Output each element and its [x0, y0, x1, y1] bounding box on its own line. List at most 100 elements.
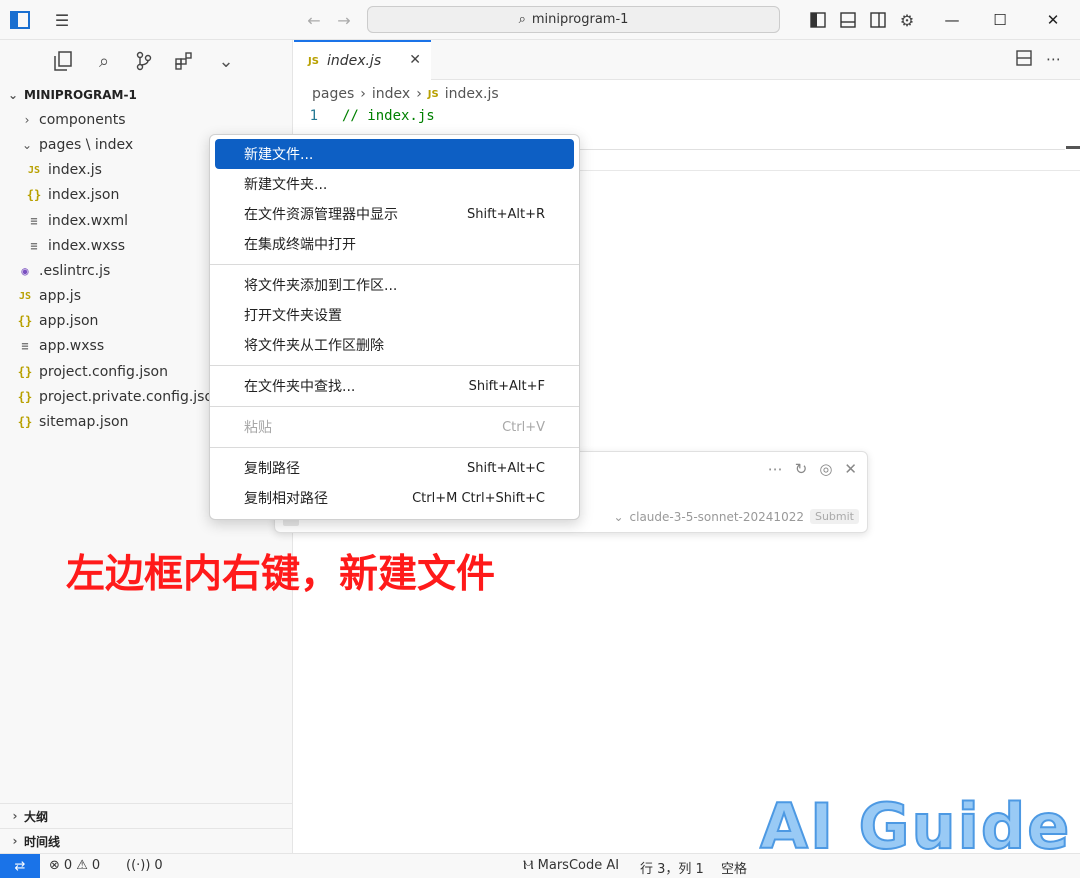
menu-item-copy-relative-path[interactable]: 复制相对路径 Ctrl+M Ctrl+Shift+C [215, 483, 574, 513]
broadcast-icon: ((·)) [126, 858, 151, 873]
close-icon[interactable]: ✕ [844, 460, 857, 478]
menu-hamburger-icon[interactable]: ☰ [50, 8, 74, 32]
json-file-icon: {} [17, 364, 33, 379]
outline-label: 大纲 [24, 809, 49, 824]
breadcrumb-item[interactable]: index.js [445, 86, 499, 102]
menu-item-copy-path[interactable]: 复制路径 Shift+Alt+C [215, 453, 574, 483]
extensions-icon[interactable] [171, 48, 197, 74]
marscode-label: MarsCode AI [537, 858, 620, 873]
maximize-button[interactable]: ☐ [975, 0, 1025, 40]
tree-item-components[interactable]: › components [0, 107, 293, 132]
eslint-file-icon: ◉ [21, 263, 29, 278]
menu-item-add-folder-to-workspace[interactable]: 将文件夹添加到工作区... [215, 270, 574, 300]
toggle-panel-icon[interactable] [836, 8, 860, 32]
model-name: claude-3-5-sonnet-20241022 [629, 509, 804, 524]
menu-item-reveal-in-explorer[interactable]: 在文件资源管理器中显示 Shift+Alt+R [215, 199, 574, 229]
minimize-button[interactable]: — [927, 0, 977, 40]
tree-item-label: app.js [39, 288, 81, 305]
code-editor[interactable]: 1 // index.js [294, 105, 1080, 127]
ai-panel-toolbar: ⋯ ↻ ◎ ✕ [768, 460, 857, 478]
forward-arrow-icon[interactable]: → [332, 8, 356, 32]
menu-item-shortcut: Ctrl+V [502, 419, 545, 435]
menu-item-shortcut: Ctrl+M Ctrl+Shift+C [412, 490, 545, 506]
close-window-button[interactable]: ✕ [1028, 0, 1078, 40]
menu-item-label: 打开文件夹设置 [244, 308, 342, 324]
menu-separator [210, 365, 579, 366]
cursor-position[interactable]: 行 3，列 1 [640, 858, 704, 877]
close-icon[interactable]: ✕ [409, 52, 421, 68]
menu-item-label: 新建文件... [244, 147, 314, 163]
js-file-icon: JS [27, 164, 41, 176]
timeline-section[interactable]: › 时间线 [0, 828, 293, 853]
title-bar: ☰ ← → ⌕ miniprogram-1 ⚙ — ☐ ✕ [0, 0, 1080, 40]
menu-item-find-in-folder[interactable]: 在文件夹中查找... Shift+Alt+F [215, 371, 574, 401]
marscode-status[interactable]: Ⲙ MarsCode AI [523, 858, 619, 873]
chevron-down-icon[interactable]: ⌄ [213, 48, 239, 74]
breadcrumb-item[interactable]: index [372, 86, 410, 102]
submit-button[interactable]: Submit [809, 509, 859, 524]
json-file-icon: {} [26, 188, 42, 203]
more-actions-icon[interactable]: ⋯ [1046, 50, 1061, 68]
inline-chat-divider [580, 170, 1080, 171]
history-icon[interactable]: ◎ [819, 460, 832, 478]
command-center-search[interactable]: ⌕ miniprogram-1 [367, 6, 780, 33]
menu-item-label: 新建文件夹... [244, 177, 328, 193]
breadcrumb: pages › index › JS index.js [312, 84, 499, 104]
outline-section[interactable]: › 大纲 [0, 803, 293, 828]
error-icon: ⊗ [49, 858, 60, 873]
timeline-label: 时间线 [24, 834, 61, 849]
menu-item-label: 粘贴 [244, 420, 272, 436]
text-file-icon: ≡ [30, 213, 38, 228]
menu-item-open-folder-settings[interactable]: 打开文件夹设置 [215, 300, 574, 330]
workspace-root[interactable]: ⌄ MINIPROGRAM-1 [0, 82, 293, 107]
chevron-right-icon: › [416, 86, 422, 102]
tutorial-annotation: 左边框内右键，新建文件 [66, 552, 496, 597]
inline-chat-divider [580, 149, 1065, 150]
menu-item-label: 在集成终端中打开 [244, 237, 356, 253]
remote-connection-icon[interactable]: ⇄ [0, 854, 40, 878]
tab-label: index.js [326, 53, 382, 69]
code-text: // index.js [342, 108, 435, 124]
split-editor-icon[interactable] [1016, 50, 1032, 70]
code-line: 1 // index.js [294, 105, 1080, 127]
json-file-icon: {} [17, 415, 33, 430]
toggle-primary-sidebar-icon[interactable] [806, 8, 830, 32]
warning-icon: ⚠ [76, 858, 88, 873]
tree-item-label: app.wxss [39, 338, 105, 355]
menu-item-shortcut: Shift+Alt+F [468, 378, 545, 394]
scrollbar-marker [1066, 146, 1080, 149]
explorer-files-icon[interactable] [50, 48, 76, 74]
chevron-right-icon: › [360, 86, 366, 102]
menu-item-open-in-terminal[interactable]: 在集成终端中打开 [215, 229, 574, 259]
refresh-icon[interactable]: ↻ [795, 460, 808, 478]
js-file-icon: JS [18, 290, 32, 302]
js-file-icon: JS [308, 55, 319, 67]
menu-item-paste: 粘贴 Ctrl+V [215, 412, 574, 442]
chevron-right-icon: › [12, 834, 18, 848]
chevron-down-icon: ⌄ [613, 509, 624, 524]
back-arrow-icon[interactable]: ← [302, 8, 326, 32]
problems-indicator[interactable]: ⊗ 0 ⚠ 0 [49, 858, 100, 873]
toggle-secondary-sidebar-icon[interactable] [866, 8, 890, 32]
text-file-icon: ≡ [30, 238, 38, 253]
source-control-icon[interactable] [131, 48, 157, 74]
activity-bar: ⌕ ⌄ [0, 40, 293, 82]
settings-gear-icon[interactable]: ⚙ [895, 8, 919, 32]
indentation-spaces[interactable]: 空格 [721, 858, 747, 877]
menu-item-new-file[interactable]: 新建文件... [215, 139, 574, 169]
menu-item-shortcut: Shift+Alt+R [467, 206, 545, 222]
tab-index-js[interactable]: JS index.js ✕ [294, 40, 431, 80]
context-menu: 新建文件... 新建文件夹... 在文件资源管理器中显示 Shift+Alt+R… [209, 134, 580, 520]
model-selector[interactable]: ⌄ claude-3-5-sonnet-20241022 Submit [613, 509, 859, 524]
breadcrumb-item[interactable]: pages [312, 86, 354, 102]
warning-count: 0 [91, 858, 101, 873]
line-number: 1 [309, 108, 318, 124]
menu-item-remove-folder-from-workspace[interactable]: 将文件夹从工作区删除 [215, 330, 574, 360]
search-sidebar-icon[interactable]: ⌕ [91, 48, 117, 74]
text-file-icon: ≡ [21, 339, 29, 354]
more-icon[interactable]: ⋯ [768, 460, 783, 478]
chevron-right-icon: › [24, 112, 30, 127]
ports-indicator[interactable]: ((·)) 0 [126, 858, 163, 873]
menu-item-new-folder[interactable]: 新建文件夹... [215, 169, 574, 199]
chevron-down-icon: ⌄ [7, 87, 19, 102]
